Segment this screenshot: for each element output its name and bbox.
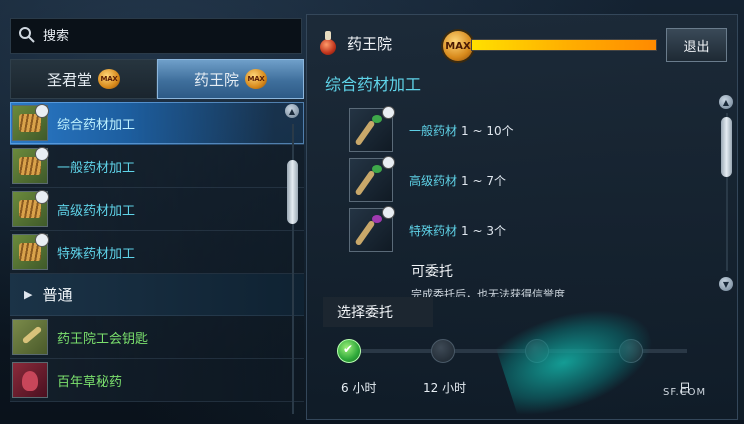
choose-entrust-label: 选择委托 xyxy=(323,297,433,327)
tab-bar: 圣君堂 MAX 药王院 MAX xyxy=(10,59,304,99)
herb-root-icon[interactable] xyxy=(349,206,395,252)
person-icon xyxy=(35,190,49,204)
list-item-guild-key[interactable]: 药王院工会钥匙 xyxy=(10,316,304,359)
tab-shengjuntang[interactable]: 圣君堂 MAX xyxy=(10,59,157,99)
material-name: 一般药材 xyxy=(409,123,458,138)
herb-bundle-icon xyxy=(12,104,49,141)
entrust-heading: 可委托 xyxy=(411,264,453,280)
list-item-general[interactable]: 一般药材加工 xyxy=(10,145,304,188)
tab-label: 圣君堂 xyxy=(46,70,92,89)
herb-bundle-icon xyxy=(12,233,49,270)
scroll-up-icon[interactable]: ▲ xyxy=(285,104,299,118)
material-row: 一般药材 1 ~ 10个 xyxy=(349,105,514,155)
expand-triangle-icon: ▶ xyxy=(24,288,33,301)
person-icon xyxy=(35,147,49,161)
person-icon xyxy=(382,106,395,119)
detail-scrollbar[interactable]: ▲ ▼ xyxy=(719,95,735,291)
scroll-down-icon[interactable]: ▼ xyxy=(719,277,733,291)
slider-knob-12h[interactable] xyxy=(431,339,455,363)
search-icon xyxy=(15,23,41,49)
detail-title: 药王院 xyxy=(347,34,393,53)
potion-icon xyxy=(12,362,48,398)
material-row: 特殊药材 1 ~ 3个 xyxy=(349,205,514,255)
list-item-label: 一般药材加工 xyxy=(57,160,136,176)
material-name: 特殊药材 xyxy=(409,223,458,238)
detail-panel: 药王院 MAX 退出 综合药材加工 一般药材 1 ~ 10个 高级药材 1 ~ … xyxy=(306,14,738,424)
list-item-advanced[interactable]: 高级药材加工 xyxy=(10,188,304,231)
tab-label: 药王院 xyxy=(193,70,239,89)
list-item-herb-potion[interactable]: 百年草秘药 xyxy=(10,359,304,402)
quest-list: 综合药材加工 一般药材加工 高级药材加工 特殊药材加工 ▶ 普通 药王院工会钥匙… xyxy=(10,102,304,420)
max-level-icon: MAX xyxy=(443,31,473,61)
scroll-up-icon[interactable]: ▲ xyxy=(719,95,733,109)
materials-list: 一般药材 1 ~ 10个 高级药材 1 ~ 7个 特殊药材 1 ~ 3个 xyxy=(349,105,514,255)
list-item-label: 药王院工会钥匙 xyxy=(57,331,149,347)
material-quantity: 1 ~ 7个 xyxy=(461,173,506,188)
herb-bundle-icon xyxy=(12,147,49,184)
list-item-label: 高级药材加工 xyxy=(57,203,136,219)
max-badge-icon: MAX xyxy=(245,69,267,89)
search-box[interactable] xyxy=(10,18,302,54)
category-header-normal[interactable]: ▶ 普通 xyxy=(10,274,304,316)
person-icon xyxy=(382,206,395,219)
watermark: SF.COM xyxy=(663,387,707,398)
search-input[interactable] xyxy=(41,27,285,45)
brush-overlay xyxy=(492,292,664,424)
entrust-note: 完成委托后，也无法获得信誉度 xyxy=(411,288,565,297)
person-icon xyxy=(35,233,49,247)
detail-header: 药王院 xyxy=(319,31,392,55)
progress-fill xyxy=(472,40,656,50)
duration-label: 12 小时 xyxy=(423,381,467,395)
detail-subtitle: 综合药材加工 xyxy=(325,75,422,94)
list-item-label: 特殊药材加工 xyxy=(57,246,136,262)
scroll-thumb[interactable] xyxy=(721,117,732,177)
key-icon xyxy=(12,319,48,355)
person-icon xyxy=(35,104,49,118)
scroll-thumb[interactable] xyxy=(287,160,298,224)
list-scrollbar[interactable]: ▲ xyxy=(285,104,301,420)
list-item-label: 百年草秘药 xyxy=(57,374,123,390)
slider-knob-6h[interactable] xyxy=(337,339,361,363)
tab-yaowangyuan[interactable]: 药王院 MAX xyxy=(157,59,304,99)
duration-label: 6 小时 xyxy=(341,381,377,395)
potion-bottle-icon xyxy=(319,31,337,55)
material-quantity: 1 ~ 3个 xyxy=(461,223,506,238)
reputation-progress-bar xyxy=(471,39,657,51)
material-name: 高级药材 xyxy=(409,173,458,188)
list-item-special[interactable]: 特殊药材加工 xyxy=(10,231,304,274)
herb-root-icon[interactable] xyxy=(349,156,395,202)
category-label: 普通 xyxy=(42,286,73,304)
max-badge-icon: MAX xyxy=(98,69,120,89)
herb-root-icon[interactable] xyxy=(349,106,395,152)
person-icon xyxy=(382,156,395,169)
list-item-label: 综合药材加工 xyxy=(57,117,136,133)
exit-button[interactable]: 退出 xyxy=(666,28,727,62)
list-item-comprehensive[interactable]: 综合药材加工 xyxy=(10,102,304,145)
herb-bundle-icon xyxy=(12,190,49,227)
material-quantity: 1 ~ 10个 xyxy=(461,123,514,138)
material-row: 高级药材 1 ~ 7个 xyxy=(349,155,514,205)
